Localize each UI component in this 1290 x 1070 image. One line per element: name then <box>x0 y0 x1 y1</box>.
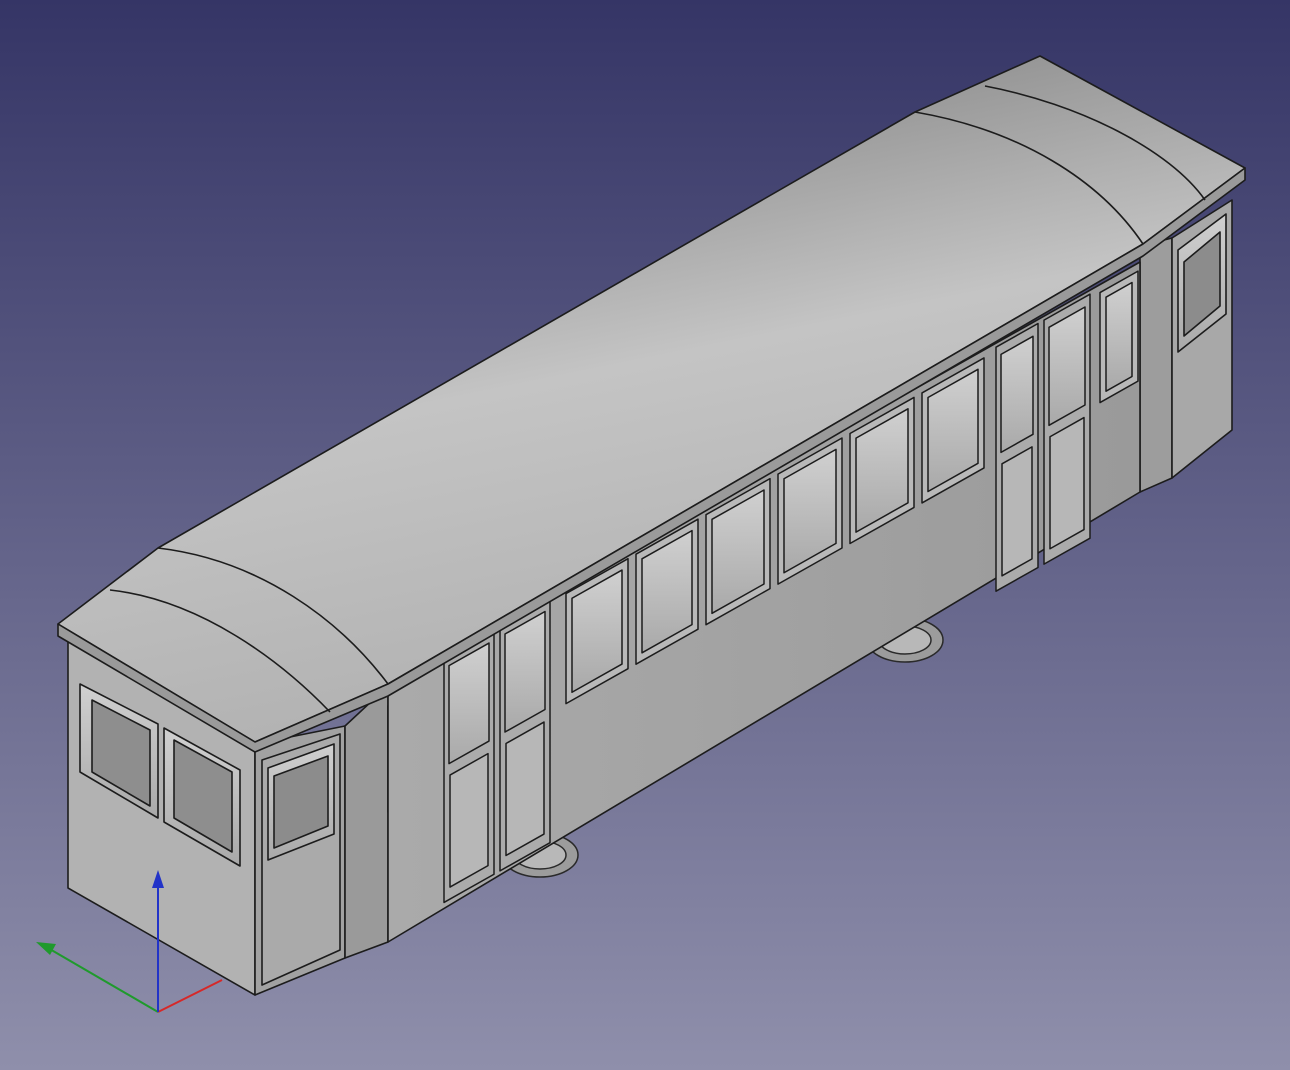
3d-scene[interactable] <box>0 0 1290 1070</box>
rear-cab-corner-face <box>1139 237 1173 493</box>
3d-viewport[interactable] <box>0 0 1290 1070</box>
side-door-lower-panel <box>1001 446 1033 577</box>
front-cab-side-face <box>344 685 389 959</box>
side-window-glass <box>1105 281 1133 392</box>
side-door-lower-panel <box>1049 416 1085 550</box>
side-door-window <box>1000 335 1034 454</box>
side-door-window <box>1048 306 1086 427</box>
side-door-lower-panel <box>505 721 545 857</box>
side-door-lower-panel <box>449 752 489 888</box>
